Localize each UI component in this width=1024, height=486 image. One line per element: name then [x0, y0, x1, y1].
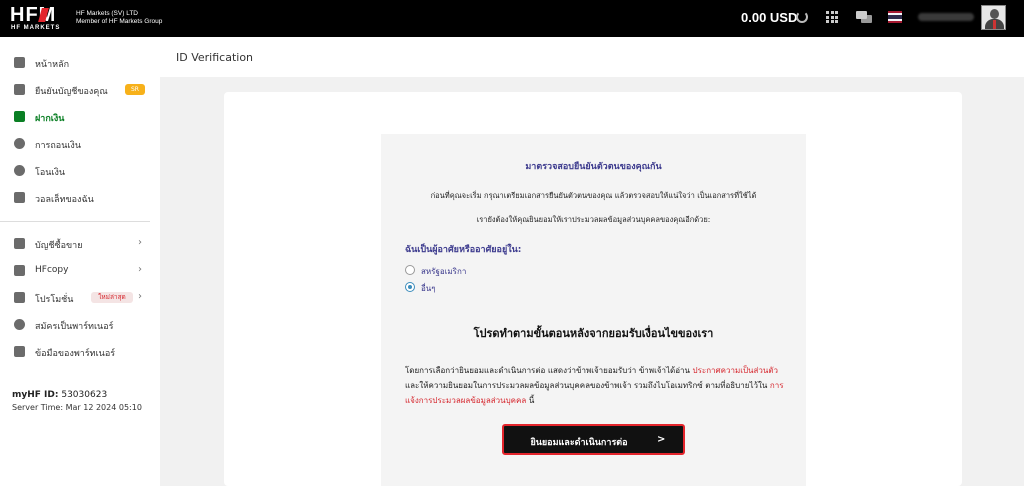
- radio-usa-label[interactable]: สหรัฐอเมริกา: [421, 265, 466, 278]
- privacy-notice-link[interactable]: ประกาศความเป็นส่วนตัว: [693, 366, 779, 375]
- chat-icon[interactable]: [856, 11, 872, 25]
- logo-text: HFM: [10, 4, 57, 26]
- sidebar-item-label: การถอนเงิน: [35, 141, 81, 151]
- chart-icon: [14, 57, 25, 68]
- myhf-id-label: myHF ID:: [12, 390, 59, 400]
- sidebar-item-label: ยืนยันบัญชีของคุณ: [35, 87, 108, 97]
- chevron-right-icon: ›: [138, 264, 142, 275]
- logo-subtitle: HF MARKETS: [11, 25, 61, 31]
- layers-icon: [14, 265, 25, 276]
- section-subtitle: โปรดทำตามขั้นตอนหลังจากยอมรับเงื่อนไขของ…: [473, 327, 714, 340]
- top-bar: HFM HF MARKETS HF Markets (SV) LTD Membe…: [0, 0, 1024, 37]
- sidebar-item-trading-accounts[interactable]: บัญชีซื้อขาย ›: [0, 231, 160, 258]
- sidebar-item-label: บัญชีซื้อขาย: [35, 241, 83, 251]
- panel-title: มาตรวจสอบยืนยันตัวตนของคุณกัน: [525, 162, 662, 172]
- sidebar-item-label: ข้อมือของพาร์ทเนอร์: [35, 349, 116, 359]
- verification-panel: มาตรวจสอบยืนยันตัวตนของคุณกัน ก่อนที่คุณ…: [381, 134, 806, 486]
- hfm-logo[interactable]: HFM HF MARKETS: [10, 5, 70, 33]
- intro-text: ก่อนที่คุณจะเริ่ม กรุณาเตรียมเอกสารยืนยั…: [430, 191, 757, 200]
- withdraw-icon: [14, 138, 25, 149]
- consent-text-part: โดยการเลือกว่ายินยอมและดำเนินการต่อ แสดง…: [405, 366, 693, 375]
- account-balance: 0.00 USD: [741, 10, 798, 25]
- sidebar-item-transfer[interactable]: โอนเงิน: [0, 158, 160, 185]
- main-header: ID Verification: [160, 37, 1024, 77]
- sidebar-item-home[interactable]: หน้าหลัก: [0, 50, 160, 77]
- sidebar-item-label: โปรโมชั่น: [35, 295, 74, 305]
- page-title: ID Verification: [176, 51, 254, 64]
- company-group: Member of HF Markets Group: [76, 18, 163, 25]
- thailand-flag-icon[interactable]: [888, 11, 902, 23]
- chevron-right-icon: ›: [138, 291, 142, 302]
- gift-icon: [14, 292, 25, 303]
- status-badge: SR: [125, 84, 145, 95]
- accept-and-continue-button[interactable]: ยินยอมและดำเนินการต่อ >: [502, 424, 685, 455]
- sidebar-item-verify-account[interactable]: ยืนยันบัญชีของคุณ SR: [0, 77, 160, 104]
- sidebar-item-label: HFcopy: [35, 265, 69, 275]
- server-time: Server Time: Mar 12 2024 05:10: [12, 403, 142, 412]
- consent-text-part: นี้: [526, 396, 535, 405]
- sidebar-item-promotions[interactable]: โปรโมชั่น ใหม่ล่าสุด ›: [0, 285, 160, 312]
- sidebar-item-withdraw[interactable]: การถอนเงิน: [0, 131, 160, 158]
- sidebar: หน้าหลัก ยืนยันบัญชีของคุณ SR ฝากเงิน กา…: [0, 37, 160, 486]
- sidebar-item-my-wallet[interactable]: วอลเล็ทของฉัน: [0, 185, 160, 212]
- sidebar-item-label: สมัครเป็นพาร์ทเนอร์: [35, 322, 114, 332]
- residence-question: ฉันเป็นผู้อาศัยหรืออาศัยอยู่ใน:: [405, 245, 522, 255]
- sidebar-item-hfcopy[interactable]: HFcopy ›: [0, 258, 160, 285]
- list-icon: [14, 346, 25, 357]
- company-info: HF Markets (SV) LTD Member of HF Markets…: [76, 10, 162, 26]
- wallet-card-icon: [14, 192, 25, 203]
- sidebar-item-label: หน้าหลัก: [35, 60, 70, 70]
- radio-usa[interactable]: [405, 265, 415, 275]
- consent-intro-text: เรายังต้องให้คุณยินยอมให้เราประมวลผลข้อม…: [476, 215, 711, 224]
- arrow-right-icon: >: [657, 434, 666, 445]
- user-icon: [14, 319, 25, 330]
- accept-button-label: ยินยอมและดำเนินการต่อ: [530, 438, 628, 448]
- username-blurred[interactable]: [918, 13, 974, 21]
- sidebar-item-deposit[interactable]: ฝากเงิน: [0, 104, 160, 131]
- avatar[interactable]: [981, 5, 1006, 30]
- myhf-id: myHF ID: 53030623: [12, 390, 107, 400]
- wallet-icon: [14, 111, 25, 122]
- myhf-id-value: 53030623: [61, 390, 108, 400]
- sidebar-item-become-partner[interactable]: สมัครเป็นพาร์ทเนอร์: [0, 312, 160, 339]
- consent-text-part: และให้ความยินยอมในการประมวลผลข้อมูลส่วนบ…: [405, 381, 770, 390]
- refresh-icon[interactable]: [796, 11, 808, 23]
- sidebar-item-label: โอนเงิน: [35, 168, 66, 178]
- trading-chart-icon: [14, 238, 25, 249]
- transfer-icon: [14, 165, 25, 176]
- consent-text: โดยการเลือกว่ายินยอมและดำเนินการต่อ แสดง…: [405, 363, 790, 408]
- apps-grid-icon[interactable]: [826, 11, 838, 23]
- chevron-right-icon: ›: [138, 237, 142, 248]
- new-badge: ใหม่ล่าสุด: [91, 292, 133, 303]
- company-name: HF Markets (SV) LTD: [76, 10, 138, 17]
- sidebar-item-partner-info[interactable]: ข้อมือของพาร์ทเนอร์: [0, 339, 160, 366]
- document-icon: [14, 84, 25, 95]
- sidebar-item-label: วอลเล็ทของฉัน: [35, 195, 94, 205]
- radio-other[interactable]: [405, 282, 415, 292]
- sidebar-divider: [0, 221, 150, 222]
- sidebar-item-label: ฝากเงิน: [35, 114, 65, 124]
- radio-other-label[interactable]: อื่นๆ: [421, 282, 436, 295]
